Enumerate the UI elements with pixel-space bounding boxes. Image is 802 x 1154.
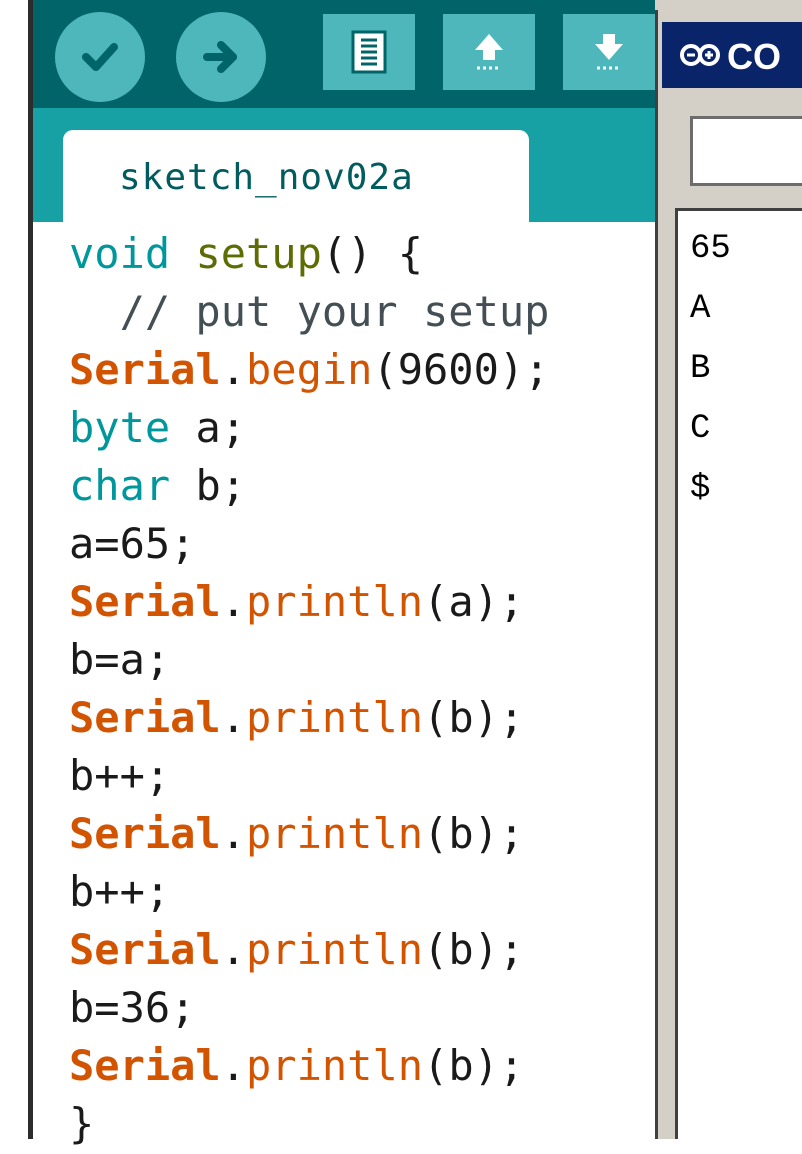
code-token: println	[246, 809, 424, 858]
code-token: (a);	[423, 577, 525, 626]
code-token: begin	[246, 345, 373, 394]
code-token: .	[220, 345, 247, 394]
code-token: () {	[321, 229, 424, 278]
code-token: b=a;	[69, 635, 171, 684]
code-token: println	[246, 1041, 424, 1090]
code-token: b++;	[69, 751, 171, 800]
code-line: byte a;	[69, 398, 246, 458]
code-token: a=65;	[69, 519, 196, 568]
serial-monitor-border	[655, 10, 658, 1139]
serial-output-line: C	[690, 410, 711, 448]
code-token: (b);	[423, 693, 525, 742]
code-line: // put your setup	[69, 282, 550, 342]
serial-output-line: $	[690, 470, 711, 508]
code-token: println	[246, 693, 424, 742]
code-token: (b);	[423, 925, 525, 974]
open-button[interactable]	[443, 14, 535, 90]
code-line: a=65;	[69, 514, 195, 574]
document-icon	[351, 30, 387, 74]
verify-button[interactable]	[55, 12, 145, 102]
code-token: println	[246, 577, 424, 626]
serial-output-line: A	[690, 290, 711, 328]
code-line: b=a;	[69, 630, 170, 690]
arrow-down-icon	[595, 34, 623, 70]
new-sketch-button[interactable]	[323, 14, 415, 90]
code-token: Serial	[69, 809, 221, 858]
code-line: b++;	[69, 746, 170, 806]
arrow-right-icon	[203, 41, 237, 73]
code-line: Serial.println(b);	[69, 920, 524, 980]
code-token: }	[69, 1099, 95, 1148]
arrow-up-icon	[475, 34, 503, 70]
code-line: Serial.println(a);	[69, 572, 524, 632]
code-token: char	[69, 461, 171, 510]
code-token: .	[220, 1041, 247, 1090]
code-token: (9600);	[372, 345, 550, 394]
code-token: .	[220, 925, 247, 974]
code-token: a;	[170, 403, 247, 452]
check-icon	[82, 43, 118, 71]
code-token: (b);	[423, 809, 525, 858]
tab-label: sketch_nov02a	[119, 157, 414, 198]
code-line: Serial.println(b);	[69, 688, 524, 748]
code-token: Serial	[69, 925, 221, 974]
code-token: .	[220, 577, 247, 626]
toolbar	[33, 0, 655, 108]
desktop-edge	[0, 0, 26, 1139]
code-line: char b;	[69, 456, 246, 516]
code-token: (b);	[423, 1041, 525, 1090]
code-token: .	[220, 809, 247, 858]
code-token: Serial	[69, 693, 221, 742]
code-line: Serial.begin(9600);	[69, 340, 549, 400]
code-line: b++;	[69, 862, 170, 922]
code-line: Serial.println(b);	[69, 804, 524, 864]
serial-send-input[interactable]	[690, 116, 802, 186]
code-token: .	[220, 693, 247, 742]
code-line: void setup() {	[69, 224, 423, 284]
code-line: b=36;	[69, 978, 195, 1038]
serial-monitor-title: CO	[727, 36, 781, 77]
code-token: // put your setup	[69, 287, 550, 336]
code-token: setup	[195, 229, 322, 278]
arduino-ide-window: sketch_nov02a void setup() { // put your…	[33, 0, 655, 1148]
code-token: b++;	[69, 867, 171, 916]
code-token: b;	[170, 461, 247, 510]
code-line: }	[69, 1094, 94, 1154]
code-token: Serial	[69, 345, 221, 394]
code-token: Serial	[69, 1041, 221, 1090]
serial-output-line: 65	[690, 230, 731, 268]
upload-button[interactable]	[176, 12, 266, 102]
code-token: byte	[69, 403, 171, 452]
arduino-logo-icon	[680, 44, 720, 66]
save-button[interactable]	[563, 14, 655, 90]
code-line: Serial.println(b);	[69, 1036, 524, 1096]
code-token: Serial	[69, 577, 221, 626]
code-token: b=36;	[69, 983, 196, 1032]
serial-output-line: B	[690, 350, 711, 388]
code-token: println	[246, 925, 424, 974]
code-token: void	[69, 229, 171, 278]
